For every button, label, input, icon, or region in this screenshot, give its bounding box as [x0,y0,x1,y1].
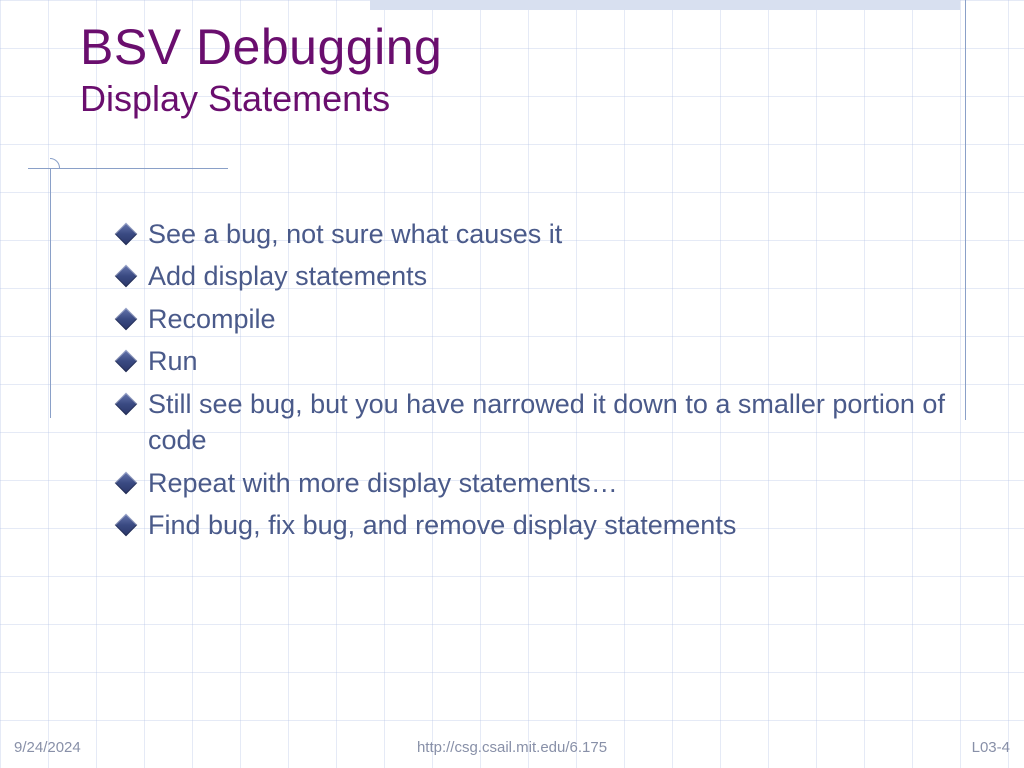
diamond-bullet-icon [115,265,138,288]
list-item-text: Recompile [148,301,958,337]
list-item-text: Run [148,343,958,379]
title-block: BSV Debugging Display Statements [80,18,442,120]
footer-url: http://csg.csail.mit.edu/6.175 [417,739,607,756]
list-item: Run [118,343,958,379]
diamond-bullet-icon [115,308,138,331]
top-decorative-strip [370,0,960,10]
slide-title: BSV Debugging [80,18,442,76]
list-item: See a bug, not sure what causes it [118,216,958,252]
footer-date: 9/24/2024 [14,739,81,756]
diamond-bullet-icon [115,471,138,494]
diamond-bullet-icon [115,392,138,415]
slide-subtitle: Display Statements [80,78,442,120]
list-item-text: See a bug, not sure what causes it [148,216,958,252]
list-item: Add display statements [118,258,958,294]
list-item: Repeat with more display statements… [118,465,958,501]
diamond-bullet-icon [115,514,138,537]
list-item: Recompile [118,301,958,337]
decorative-vertical-line [50,168,51,418]
list-item-text: Repeat with more display statements… [148,465,958,501]
footer: 9/24/2024 http://csg.csail.mit.edu/6.175… [0,739,1024,756]
bullet-list: See a bug, not sure what causes it Add d… [118,216,958,550]
list-item-text: Add display statements [148,258,958,294]
decorative-horizontal-line [28,168,228,169]
list-item: Still see bug, but you have narrowed it … [118,386,958,459]
list-item-text: Find bug, fix bug, and remove display st… [148,507,958,543]
footer-page-number: L03-4 [972,739,1010,756]
list-item: Find bug, fix bug, and remove display st… [118,507,958,543]
diamond-bullet-icon [115,223,138,246]
list-item-text: Still see bug, but you have narrowed it … [148,386,958,459]
right-vertical-line [965,0,966,420]
diamond-bullet-icon [115,350,138,373]
